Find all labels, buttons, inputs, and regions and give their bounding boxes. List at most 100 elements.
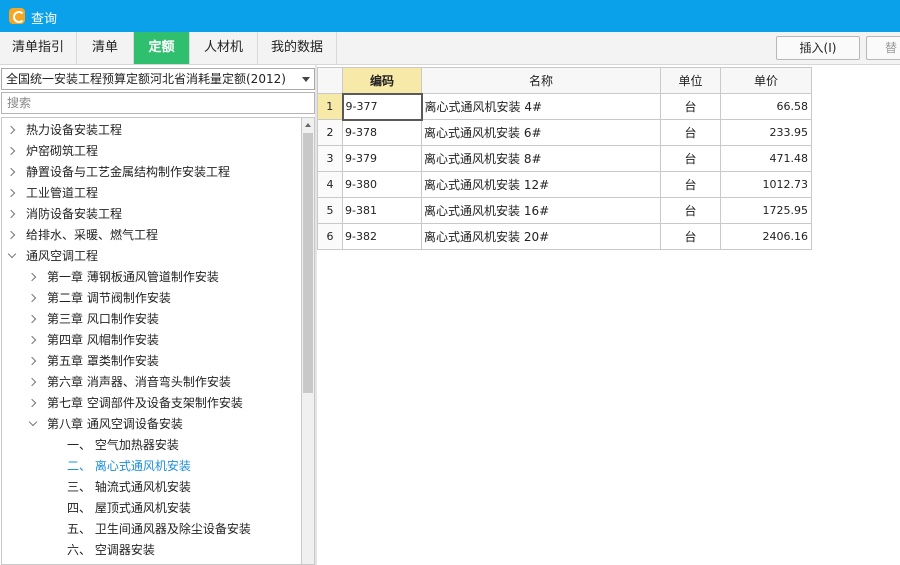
- code-cell[interactable]: 9-380: [342, 171, 422, 198]
- chevron-right-icon[interactable]: [6, 146, 16, 156]
- chevron-right-icon[interactable]: [27, 272, 37, 282]
- tree-item-section-3[interactable]: 三、 轴流式通风机安装: [2, 477, 301, 498]
- unit-cell[interactable]: 台: [660, 93, 721, 120]
- row-number-header: [317, 67, 343, 94]
- chevron-right-icon[interactable]: [6, 125, 16, 135]
- tree-item-chapter-6[interactable]: 第六章 消声器、消音弯头制作安装: [2, 372, 301, 393]
- chevron-right-icon[interactable]: [6, 188, 16, 198]
- column-header-code[interactable]: 编码: [342, 67, 422, 94]
- chevron-down-icon[interactable]: [28, 417, 38, 427]
- tree-item-industrial-pipe[interactable]: 工业管道工程: [2, 183, 301, 204]
- name-cell[interactable]: 离心式通风机安装 8#: [421, 145, 661, 172]
- chevron-right-icon[interactable]: [27, 314, 37, 324]
- tree-item-section-1[interactable]: 一、 空气加热器安装: [2, 435, 301, 456]
- name-cell[interactable]: 离心式通风机安装 4#: [421, 93, 661, 120]
- tree-item-chapter-8[interactable]: 第八章 通风空调设备安装: [2, 414, 301, 435]
- insert-button[interactable]: 插入(I): [776, 36, 860, 60]
- column-header-price[interactable]: 单价: [720, 67, 812, 94]
- unit-cell[interactable]: 台: [660, 171, 721, 198]
- tree-item-chapter-3[interactable]: 第三章 风口制作安装: [2, 309, 301, 330]
- tree-item-label: 第七章 空调部件及设备支架制作安装: [47, 396, 243, 410]
- price-cell[interactable]: 471.48: [720, 145, 812, 172]
- tree-item-static-equipment[interactable]: 静置设备与工艺金属结构制作安装工程: [2, 162, 301, 183]
- chevron-right-icon[interactable]: [27, 293, 37, 303]
- scrollbar-thumb[interactable]: [303, 133, 313, 393]
- price-cell[interactable]: 1012.73: [720, 171, 812, 198]
- chevron-right-icon[interactable]: [6, 167, 16, 177]
- tree-item-label: 第二章 调节阀制作安装: [47, 291, 171, 305]
- chevron-down-icon: [302, 77, 310, 82]
- chevron-right-icon[interactable]: [27, 398, 37, 408]
- tree-item-hvac[interactable]: 通风空调工程: [2, 246, 301, 267]
- tree-item-thermal[interactable]: 热力设备安装工程: [2, 120, 301, 141]
- table-row[interactable]: 3 9-379 离心式通风机安装 8# 台 471.48: [317, 145, 812, 172]
- table-row[interactable]: 2 9-378 离心式通风机安装 6# 台 233.95: [317, 119, 812, 146]
- name-cell[interactable]: 离心式通风机安装 6#: [421, 119, 661, 146]
- code-cell[interactable]: 9-381: [342, 197, 422, 224]
- tree-item-section-6[interactable]: 六、 空调器安装: [2, 540, 301, 561]
- tree-item-fire-protection[interactable]: 消防设备安装工程: [2, 204, 301, 225]
- chevron-right-icon[interactable]: [6, 209, 16, 219]
- row-number: 3: [317, 145, 343, 172]
- name-cell[interactable]: 离心式通风机安装 20#: [421, 223, 661, 250]
- price-cell[interactable]: 2406.16: [720, 223, 812, 250]
- chevron-right-icon[interactable]: [27, 356, 37, 366]
- tab-labor-material-machine[interactable]: 人材机: [190, 32, 258, 64]
- row-number: 1: [317, 93, 343, 120]
- tab-list[interactable]: 清单: [77, 32, 134, 64]
- price-cell[interactable]: 1725.95: [720, 197, 812, 224]
- unit-cell[interactable]: 台: [660, 197, 721, 224]
- scroll-up-icon[interactable]: [305, 123, 311, 127]
- tab-quota[interactable]: 定额: [134, 32, 190, 64]
- replace-button[interactable]: 替: [866, 36, 900, 60]
- code-cell[interactable]: 9-382: [342, 223, 422, 250]
- quota-grid: 编码 名称 单位 单价 1 9-377 离心式通风机安装 4# 台 66.58 …: [317, 67, 812, 250]
- table-row[interactable]: 1 9-377 离心式通风机安装 4# 台 66.58: [317, 92, 812, 121]
- table-row[interactable]: 5 9-381 离心式通风机安装 16# 台 1725.95: [317, 197, 812, 224]
- app-icon: [9, 8, 25, 24]
- code-cell[interactable]: 9-378: [342, 119, 422, 146]
- price-cell[interactable]: 233.95: [720, 119, 812, 146]
- tree-item-section-5[interactable]: 五、 卫生间通风器及除尘设备安装: [2, 519, 301, 540]
- row-number: 6: [317, 223, 343, 250]
- chevron-down-icon[interactable]: [7, 249, 17, 259]
- title-bar: 查询: [0, 0, 900, 32]
- tree-item-label: 热力设备安装工程: [26, 123, 123, 137]
- tree-item-label: 静置设备与工艺金属结构制作安装工程: [26, 165, 231, 179]
- table-row[interactable]: 6 9-382 离心式通风机安装 20# 台 2406.16: [317, 223, 812, 250]
- tree-item-chapter-1[interactable]: 第一章 薄钢板通风管道制作安装: [2, 267, 301, 288]
- tree-item-chapter-7[interactable]: 第七章 空调部件及设备支架制作安装: [2, 393, 301, 414]
- column-header-unit[interactable]: 单位: [660, 67, 721, 94]
- tree-item-label: 给排水、采暖、燃气工程: [26, 228, 159, 242]
- tree-item-label: 炉窑砌筑工程: [26, 144, 99, 158]
- tree-item-chapter-4[interactable]: 第四章 风帽制作安装: [2, 330, 301, 351]
- unit-cell[interactable]: 台: [660, 145, 721, 172]
- unit-cell[interactable]: 台: [660, 119, 721, 146]
- table-row[interactable]: 4 9-380 离心式通风机安装 12# 台 1012.73: [317, 171, 812, 198]
- tree-item-label: 工业管道工程: [26, 186, 99, 200]
- tree-item-label: 消防设备安装工程: [26, 207, 123, 221]
- chevron-right-icon[interactable]: [27, 335, 37, 345]
- column-header-name[interactable]: 名称: [421, 67, 661, 94]
- quota-library-select[interactable]: 全国统一安装工程预算定额河北省消耗量定额(2012): [1, 68, 315, 90]
- tree-item-chapter-2[interactable]: 第二章 调节阀制作安装: [2, 288, 301, 309]
- tree-item-section-2[interactable]: 二、 离心式通风机安装: [2, 456, 301, 477]
- tree-item-section-4[interactable]: 四、 屋顶式通风机安装: [2, 498, 301, 519]
- tree-item-label: 三、 轴流式通风机安装: [67, 480, 191, 494]
- chevron-right-icon[interactable]: [27, 377, 37, 387]
- search-input[interactable]: [1, 92, 315, 114]
- unit-cell[interactable]: 台: [660, 223, 721, 250]
- row-number: 4: [317, 171, 343, 198]
- tree-item-plumbing[interactable]: 给排水、采暖、燃气工程: [2, 225, 301, 246]
- tree-item-furnace[interactable]: 炉窑砌筑工程: [2, 141, 301, 162]
- name-cell[interactable]: 离心式通风机安装 16#: [421, 197, 661, 224]
- code-cell[interactable]: 9-379: [342, 145, 422, 172]
- tab-list-guide[interactable]: 清单指引: [0, 32, 77, 64]
- chevron-right-icon[interactable]: [6, 230, 16, 240]
- tab-my-data[interactable]: 我的数据: [258, 32, 337, 64]
- name-cell[interactable]: 离心式通风机安装 12#: [421, 171, 661, 198]
- code-cell[interactable]: 9-377: [341, 92, 423, 121]
- price-cell[interactable]: 66.58: [720, 93, 812, 120]
- tree-item-chapter-5[interactable]: 第五章 罩类制作安装: [2, 351, 301, 372]
- tree-scrollbar[interactable]: [301, 117, 315, 565]
